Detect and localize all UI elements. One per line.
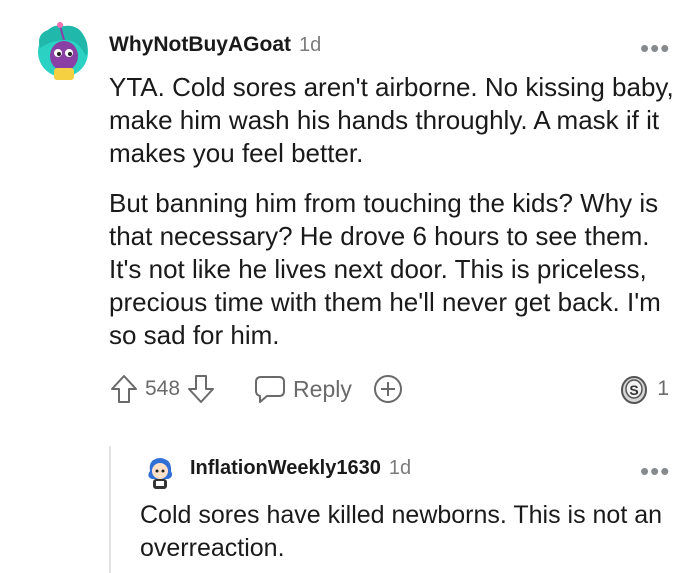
- upvote-arrow-icon[interactable]: [109, 373, 139, 405]
- reply-avatar[interactable]: [144, 455, 176, 491]
- reply-header: InflationWeekly1630 1d: [190, 457, 411, 480]
- comment-paragraph: YTA. Cold sores aren't airborne. No kiss…: [109, 72, 674, 168]
- plus-circle-icon[interactable]: [372, 373, 404, 405]
- reply-label: Reply: [293, 375, 352, 402]
- downvote-arrow-icon[interactable]: [186, 373, 216, 405]
- avatar[interactable]: [30, 18, 94, 82]
- comment-paragraph: But banning him from touching the kids? …: [109, 188, 661, 350]
- award-count: 1: [657, 377, 669, 400]
- silver-award-icon[interactable]: S: [619, 373, 649, 405]
- action-bar: 548 Reply S 1: [109, 372, 669, 406]
- reply-body: Cold sores have killed newborns. This is…: [140, 501, 663, 562]
- comment-body: YTA. Cold sores aren't airborne. No kiss…: [109, 71, 684, 352]
- comment-header: WhyNotBuyAGoat 1d: [109, 33, 321, 57]
- reply-username[interactable]: InflationWeekly1630: [190, 457, 381, 480]
- chat-bubble-icon: [254, 374, 286, 404]
- comment-age: 1d: [299, 34, 322, 56]
- reply-button[interactable]: Reply: [254, 374, 352, 404]
- reply-more-options-icon[interactable]: •••: [640, 458, 670, 484]
- thread-line[interactable]: [109, 446, 111, 573]
- more-options-icon[interactable]: •••: [640, 35, 670, 61]
- comment-username[interactable]: WhyNotBuyAGoat: [109, 33, 291, 57]
- svg-text:S: S: [630, 382, 639, 398]
- reply-age: 1d: [388, 457, 412, 479]
- vote-count: 548: [145, 377, 181, 400]
